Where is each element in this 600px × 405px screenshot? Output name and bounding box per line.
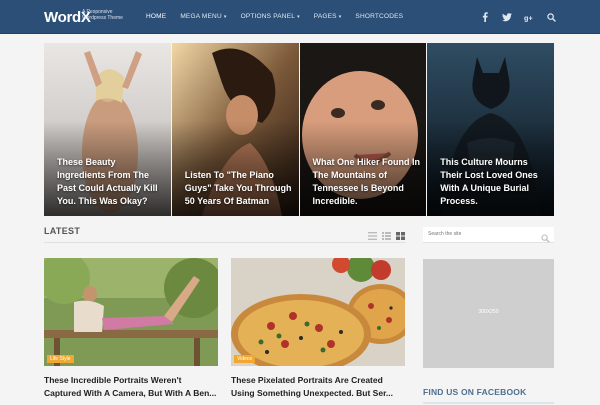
featured-post-title[interactable]: Listen To "The Piano Guys" Take You Thro… (185, 169, 293, 208)
post-title[interactable]: These Pixelated Portraits Are Created Us… (231, 374, 405, 400)
site-header: WordX A Responsive Wordpress Theme HOME … (0, 0, 600, 34)
nav-item-shortcodes[interactable]: SHORTCODES (355, 13, 403, 20)
nav-item-label: OPTIONS PANEL (240, 13, 296, 20)
svg-text:g+: g+ (524, 13, 533, 21)
featured-post[interactable]: These Beauty Ingredients From The Past C… (44, 43, 171, 216)
nav-item-label: SHORTCODES (355, 13, 404, 20)
caret-down-icon: ▾ (338, 13, 342, 20)
google-plus-icon[interactable]: g+ (524, 12, 534, 22)
compact-view-icon[interactable] (382, 227, 391, 240)
featured-post-title[interactable]: This Culture Mourns Their Lost Loved One… (440, 156, 548, 208)
search-input[interactable] (428, 231, 528, 237)
nav-item-pages[interactable]: PAGES ▾ (314, 13, 342, 20)
twitter-icon[interactable] (502, 12, 512, 22)
view-switcher (368, 227, 405, 240)
section-divider (423, 402, 554, 404)
featured-post-title[interactable]: These Beauty Ingredients From The Past C… (57, 156, 165, 208)
facebook-icon[interactable] (480, 12, 490, 22)
caret-down-icon: ▾ (223, 13, 227, 20)
post-image (231, 258, 405, 366)
featured-post-title[interactable]: What One Hiker Found In The Mountains of… (313, 156, 421, 208)
ad-placeholder[interactable]: 300X250 (423, 259, 554, 368)
post-thumbnail[interactable]: Videos (231, 258, 405, 366)
nav-item-label: HOME (146, 13, 167, 20)
page: WordX A Responsive Wordpress Theme HOME … (0, 0, 600, 405)
nav-item-label: PAGES (313, 13, 337, 20)
social-links: g+ (480, 12, 556, 22)
main-nav: HOME MEGA MENU ▾ OPTIONS PANEL ▾ PAGES ▾ SH… (146, 13, 417, 20)
post-thumbnail[interactable]: Life Style (44, 258, 218, 366)
featured-post[interactable]: What One Hiker Found In The Mountains of… (299, 43, 427, 216)
grid-view-icon[interactable] (396, 227, 405, 240)
section-heading-latest: LATEST (44, 226, 81, 236)
post-card[interactable]: Life Style These Incredible Portraits We… (44, 258, 218, 400)
featured-post[interactable]: This Culture Mourns Their Lost Loved One… (427, 43, 554, 216)
nav-item-mega-menu[interactable]: MEGA MENU ▾ (180, 13, 226, 20)
site-tagline: A Responsive Wordpress Theme (82, 9, 123, 21)
sidebar-search (423, 227, 554, 243)
post-category-badge[interactable]: Videos (234, 355, 256, 363)
list-view-icon[interactable] (368, 227, 377, 240)
search-icon[interactable] (546, 12, 556, 22)
ad-size-label: 300X250 (478, 309, 499, 315)
post-image (44, 258, 218, 366)
post-card[interactable]: Videos These Pixelated Portraits Are Cre… (231, 258, 405, 400)
nav-item-home[interactable]: HOME (146, 13, 166, 20)
nav-item-options-panel[interactable]: OPTIONS PANEL ▾ (241, 13, 300, 20)
nav-item-label: MEGA MENU (180, 13, 222, 20)
post-title[interactable]: These Incredible Portraits Weren't Captu… (44, 374, 218, 400)
caret-down-icon: ▾ (297, 13, 300, 20)
featured-grid: These Beauty Ingredients From The Past C… (44, 43, 554, 216)
featured-post[interactable]: Listen To "The Piano Guys" Take You Thro… (171, 43, 299, 216)
section-divider (44, 242, 406, 243)
search-icon[interactable] (541, 230, 550, 243)
post-category-badge[interactable]: Life Style (47, 355, 74, 363)
section-heading-facebook: FIND US ON FACEBOOK (423, 387, 527, 397)
